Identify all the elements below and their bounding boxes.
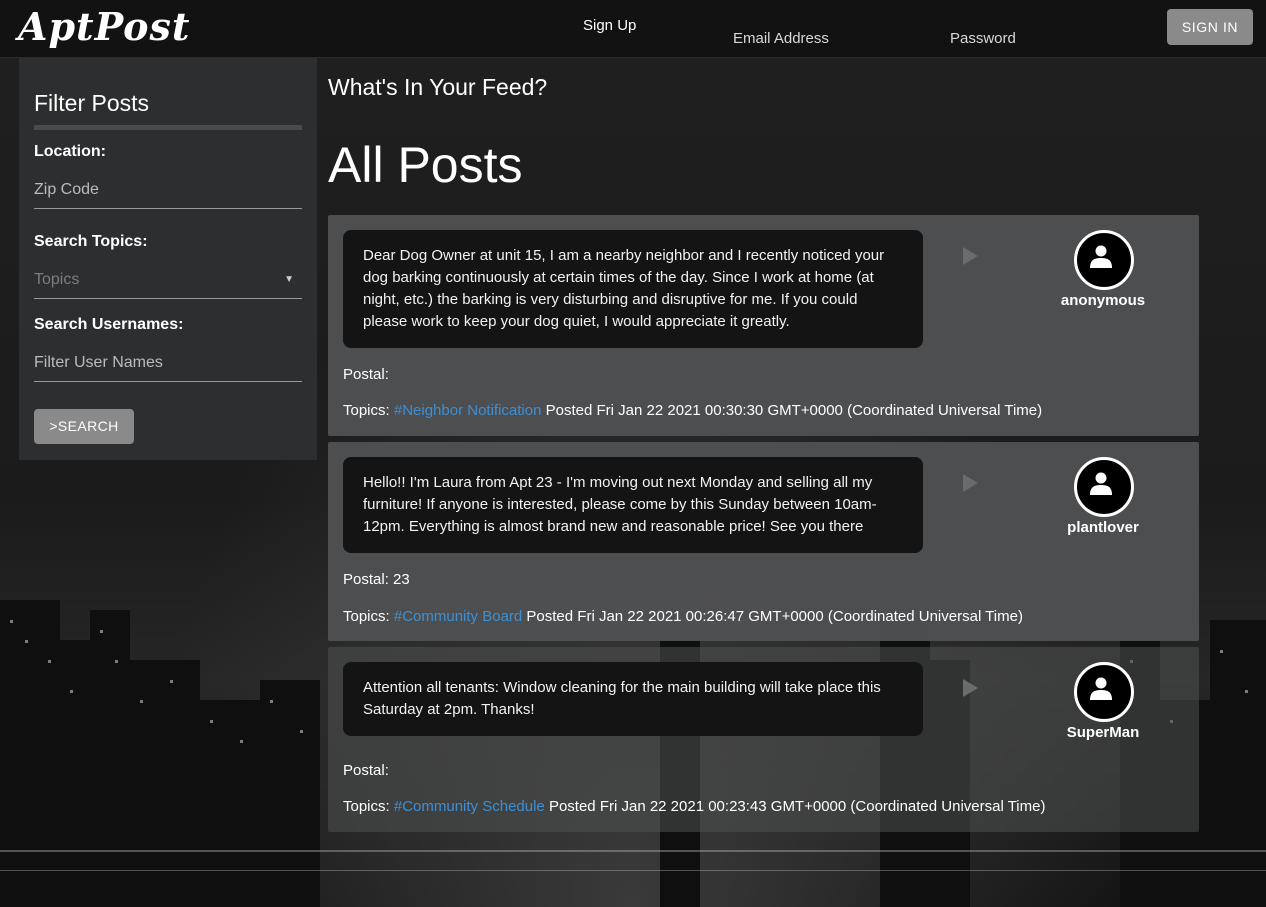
post-message: Attention all tenants: Window cleaning f… <box>343 662 923 736</box>
post-topics: Topics: #Community Schedule Posted Fri J… <box>343 798 1045 815</box>
topics-label: Search Topics: <box>34 233 148 250</box>
sidebar-divider <box>34 125 302 130</box>
filter-sidebar: Filter Posts Location: Zip Code Search T… <box>19 58 317 460</box>
topic-link[interactable]: #Community Board <box>394 608 522 625</box>
post-card: Dear Dog Owner at unit 15, I am a nearby… <box>328 215 1199 436</box>
topic-link[interactable]: #Neighbor Notification <box>394 402 542 419</box>
user-icon[interactable] <box>1074 457 1134 517</box>
email-field[interactable] <box>731 29 885 48</box>
sidebar-title: Filter Posts <box>34 90 150 116</box>
topics-select[interactable]: Topics ▼ <box>34 262 302 299</box>
chevron-down-icon: ▼ <box>284 274 294 285</box>
bubble-tail-icon <box>963 679 978 697</box>
signup-link[interactable]: Sign Up <box>583 17 636 34</box>
topics-label: Topics: <box>343 608 390 625</box>
post-card: Attention all tenants: Window cleaning f… <box>328 647 1199 832</box>
post-username[interactable]: SuperMan <box>1028 724 1178 741</box>
user-icon[interactable] <box>1074 662 1134 722</box>
topics-label: Topics: <box>343 798 390 815</box>
signin-button[interactable]: SIGN IN <box>1167 9 1253 45</box>
post-topics: Topics: #Community Board Posted Fri Jan … <box>343 608 1023 625</box>
post-username[interactable]: plantlover <box>1028 519 1178 536</box>
bubble-tail-icon <box>963 474 978 492</box>
usernames-field[interactable]: Filter User Names <box>34 345 302 382</box>
location-label: Location: <box>34 143 106 160</box>
post-topics: Topics: #Neighbor Notification Posted Fr… <box>343 402 1042 419</box>
feed-title: What's In Your Feed? <box>328 74 548 100</box>
zip-code-field[interactable]: Zip Code <box>34 172 302 209</box>
usernames-label: Search Usernames: <box>34 316 184 333</box>
post-username[interactable]: anonymous <box>1028 292 1178 309</box>
post-message: Hello!! I'm Laura from Apt 23 - I'm movi… <box>343 457 923 553</box>
password-field[interactable] <box>948 29 1102 48</box>
post-message: Dear Dog Owner at unit 15, I am a nearby… <box>343 230 923 348</box>
topic-link[interactable]: #Community Schedule <box>394 798 545 815</box>
page-title: All Posts <box>328 137 523 193</box>
post-postal: Postal: 23 <box>343 571 410 588</box>
bubble-tail-icon <box>963 247 978 265</box>
user-icon[interactable] <box>1074 230 1134 290</box>
topics-label: Topics: <box>343 402 390 419</box>
post-postal: Postal: <box>343 762 389 779</box>
topics-select-value: Topics <box>34 271 80 288</box>
post-postal: Postal: <box>343 366 389 383</box>
app-logo[interactable]: AptPost <box>18 4 190 49</box>
search-button[interactable]: >SEARCH <box>34 409 134 444</box>
post-timestamp: Posted Fri Jan 22 2021 00:26:47 GMT+0000… <box>526 608 1023 625</box>
post-card: Hello!! I'm Laura from Apt 23 - I'm movi… <box>328 442 1199 641</box>
post-timestamp: Posted Fri Jan 22 2021 00:30:30 GMT+0000… <box>545 402 1043 419</box>
post-timestamp: Posted Fri Jan 22 2021 00:23:43 GMT+0000… <box>548 798 1046 815</box>
top-navbar: AptPost Sign Up SIGN IN <box>0 0 1266 58</box>
